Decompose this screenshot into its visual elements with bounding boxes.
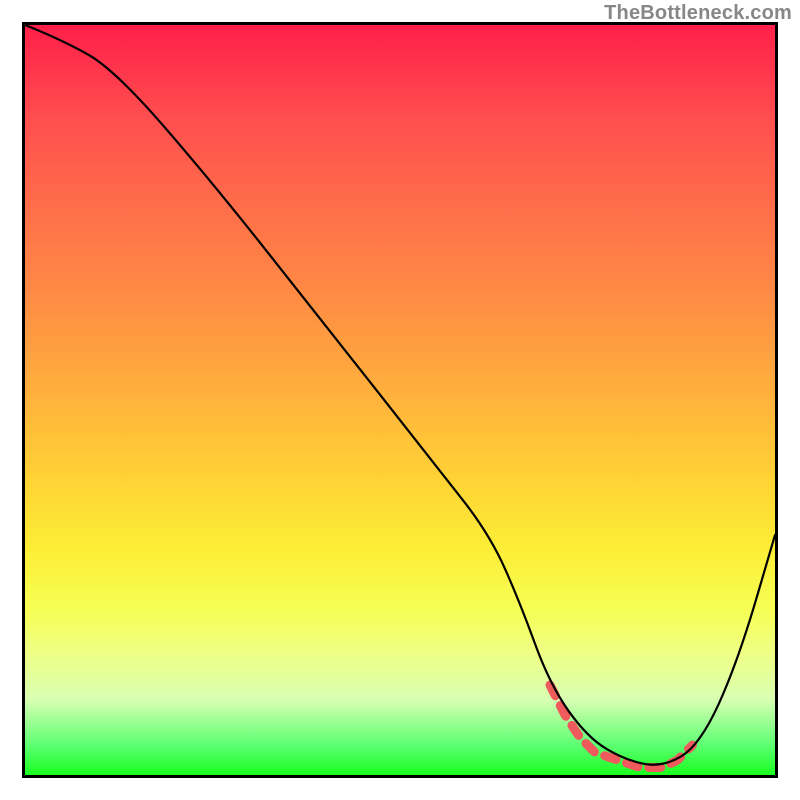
chart-overlay-svg (25, 25, 775, 775)
optimal-range-highlight (550, 685, 693, 768)
chart-frame (22, 22, 778, 778)
attribution-text: TheBottleneck.com (604, 2, 792, 25)
bottleneck-curve (25, 25, 775, 765)
